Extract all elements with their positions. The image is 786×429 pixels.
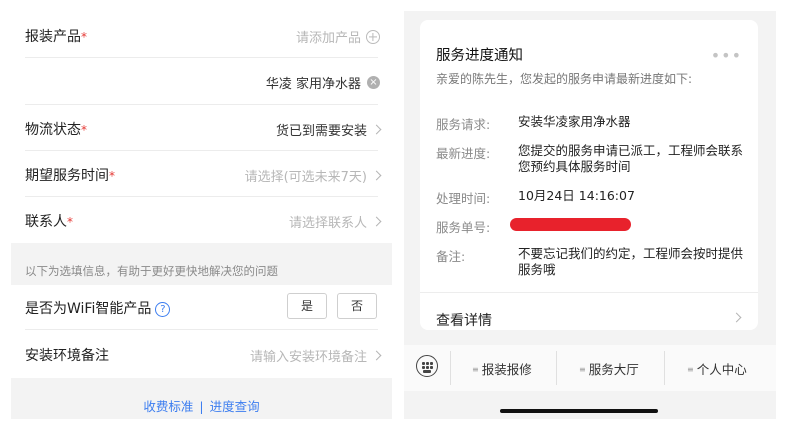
add-circle-icon [366,29,380,44]
bottom-menu-bar: ≡ 报装报修 ≡ 服务大厅 ≡ 个人中心 [404,345,776,391]
logistics-row[interactable]: 物流状态* 货已到需要安装 [11,105,392,151]
product-item-row: 华凌 家用净水器 × [11,58,392,105]
menu-icon: ≡ [579,365,586,374]
chevron-right-icon [731,312,742,323]
order-number-label: 服务单号: [436,220,491,235]
notification-panel: 服务进度通知 ••• 亲爱的陈先生，您发起的服务申请最新进度如下: 服务请求: … [404,11,776,419]
greeting-text: 亲爱的陈先生，您发起的服务申请最新进度如下: [436,72,693,86]
service-time-label: 期望服务时间* [25,168,115,184]
tab-install-repair[interactable]: ≡ 报装报修 [472,359,532,378]
contact-label: 联系人* [25,214,73,230]
wifi-row: 是否为WiFi智能产品? 是 否 [11,285,392,330]
product-row[interactable]: 报装产品* 请添加产品 [11,0,392,58]
request-value: 安装华凌家用净水器 [518,114,631,129]
footer-links: 收费标准 | 进度查询 [11,396,392,415]
product-label: 报装产品* [25,29,87,45]
env-note-input[interactable]: 请输入安装环境备注 [250,346,382,365]
tab-separator [556,351,557,385]
env-note-label: 安装环境备注 [25,348,109,364]
tab-service-hall[interactable]: ≡ 服务大厅 [579,359,639,378]
service-time-row[interactable]: 期望服务时间* 请选择(可选未来7天) [11,151,392,197]
chevron-right-icon [371,350,382,361]
more-icon[interactable]: ••• [711,46,742,65]
menu-icon: ≡ [687,365,694,374]
service-time-select[interactable]: 请选择(可选未来7天) [245,166,382,185]
wifi-label: 是否为WiFi智能产品? [25,298,171,318]
logistics-label: 物流状态* [25,122,87,138]
order-number-redacted [510,218,631,231]
fee-standard-link[interactable]: 收费标准 [143,399,193,414]
chevron-right-icon [371,124,382,135]
tab-personal-center[interactable]: ≡ 个人中心 [687,359,747,378]
wifi-yes-button[interactable]: 是 [287,293,327,319]
view-details-link[interactable]: 查看详情 [436,310,492,330]
menu-icon: ≡ [472,365,479,374]
help-icon[interactable]: ? [155,301,171,317]
wifi-no-button[interactable]: 否 [337,293,377,319]
request-label: 服务请求: [436,117,491,132]
progress-query-link[interactable]: 进度查询 [210,399,260,414]
tab-separator [450,351,451,385]
chevron-right-icon [371,170,382,181]
tab-separator [664,351,665,385]
remove-product-icon[interactable]: × [367,76,380,89]
contact-select[interactable]: 请选择联系人 [289,212,382,231]
logistics-select[interactable]: 货已到需要安装 [276,120,382,139]
install-form-panel: 报装产品* 请添加产品 华凌 家用净水器 × 物流状态* 货已到需要安装 期望服务… [11,0,392,419]
link-separator: | [199,399,204,414]
product-item: 华凌 家用净水器 × [266,73,380,92]
divider [420,292,758,293]
keyboard-icon[interactable] [416,355,438,377]
chevron-right-icon [371,216,382,227]
time-value: 10月24日 14:16:07 [518,188,635,203]
add-product-button[interactable]: 请添加产品 [296,27,380,46]
card-title: 服务进度通知 [436,48,523,64]
env-note-row[interactable]: 安装环境备注 请输入安装环境备注 [11,330,392,378]
remark-value: 不要忘记我们的约定，工程师会按时提供服务哦 [518,246,744,277]
time-label: 处理时间: [436,191,491,206]
service-progress-card: 服务进度通知 ••• 亲爱的陈先生，您发起的服务申请最新进度如下: 服务请求: … [420,20,758,330]
progress-label: 最新进度: [436,146,491,161]
contact-row[interactable]: 联系人* 请选择联系人 [11,197,392,243]
optional-info-hint: 以下为选填信息，有助于更好更快地解决您的问题 [25,264,278,278]
remark-label: 备注: [436,249,466,264]
home-indicator [500,409,658,413]
progress-value: 您提交的服务申请已派工，工程师会联系您预约具体服务时间 [518,143,744,174]
